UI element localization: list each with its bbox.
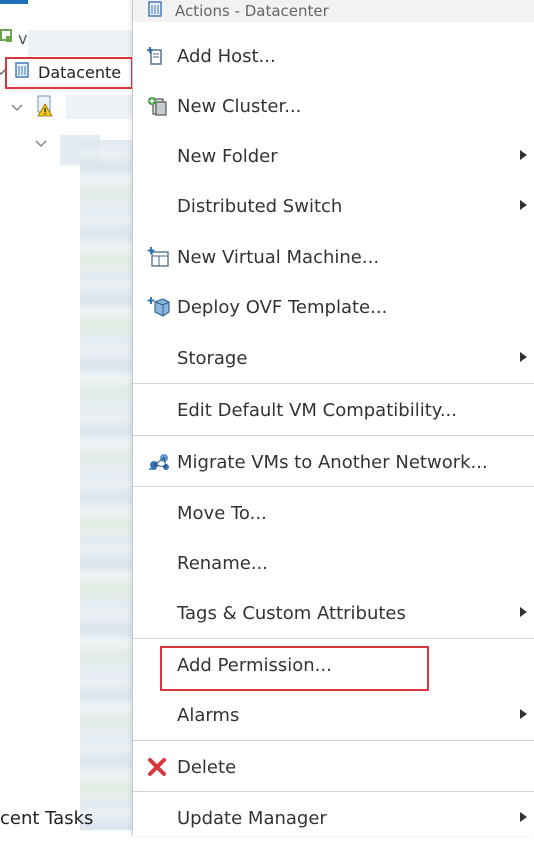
menu-item-label: New Folder [177, 145, 278, 167]
menu-header-title: Actions - Datacenter [175, 2, 329, 20]
datacenter-highlight [5, 57, 133, 89]
menu-item-new-folder[interactable]: New Folder [133, 131, 534, 181]
actions-context-menu: Actions - Datacenter Add Host... New Clu… [132, 0, 534, 836]
menu-item-label: Distributed Switch [177, 195, 343, 217]
menu-item-distributed-switch[interactable]: Distributed Switch [133, 181, 534, 231]
menu-item-label: Alarms [177, 704, 240, 726]
menu-item-label: Update Manager [177, 807, 327, 829]
menu-item-add-host[interactable]: Add Host... [133, 31, 534, 81]
add-permission-highlight [160, 646, 429, 691]
menu-separator [133, 638, 534, 639]
deploy-ovf-icon [147, 296, 177, 318]
submenu-arrow-icon [520, 200, 527, 210]
menu-item-label: Add Host... [177, 45, 276, 67]
menu-item-edit-default-vm-compatibility[interactable]: Edit Default VM Compatibility... [133, 385, 534, 435]
blurred-host-name [66, 95, 136, 119]
menu-item-migrate-vms-network[interactable]: Migrate VMs to Another Network... [133, 437, 534, 487]
tree-item-child[interactable] [34, 130, 48, 158]
submenu-arrow-icon [520, 709, 527, 719]
blurred-tree-list [80, 140, 132, 830]
menu-item-label: Deploy OVF Template... [177, 296, 388, 318]
inventory-tree-panel: v Datacente cent Tasks [0, 0, 140, 836]
menu-item-label: Edit Default VM Compatibility... [177, 399, 458, 421]
chevron-down-icon[interactable] [10, 101, 24, 115]
tree-item-host[interactable] [10, 94, 56, 122]
submenu-arrow-icon [520, 150, 527, 160]
menu-item-new-virtual-machine[interactable]: New Virtual Machine... [133, 232, 534, 282]
add-host-icon [147, 46, 177, 66]
menu-item-label: New Virtual Machine... [177, 246, 380, 268]
host-warning-icon [36, 95, 56, 121]
recent-tasks-tab[interactable]: cent Tasks [0, 808, 93, 829]
new-vm-icon [147, 246, 177, 268]
menu-item-deploy-ovf[interactable]: Deploy OVF Template... [133, 282, 534, 332]
new-cluster-icon [147, 96, 177, 116]
menu-item-delete[interactable]: Delete [133, 742, 534, 792]
menu-item-label: Rename... [177, 552, 268, 574]
submenu-arrow-icon [520, 812, 527, 822]
menu-item-storage[interactable]: Storage [133, 333, 534, 383]
menu-item-alarms[interactable]: Alarms [133, 690, 534, 740]
menu-item-tags-custom-attributes[interactable]: Tags & Custom Attributes [133, 588, 534, 638]
blurred-vcenter-name [28, 30, 138, 56]
tree-item-vcenter-label: v [18, 28, 28, 48]
menu-item-label: Storage [177, 347, 248, 369]
menu-separator [133, 383, 534, 384]
menu-separator [133, 791, 534, 792]
tree-item-vcenter[interactable]: v [0, 24, 27, 52]
menu-separator [133, 740, 534, 741]
migrate-network-icon [147, 452, 177, 472]
menu-item-label: Delete [177, 756, 237, 778]
menu-item-label: Tags & Custom Attributes [177, 602, 406, 624]
tree-tab-indicator [0, 0, 28, 4]
delete-icon [147, 757, 177, 777]
menu-separator [133, 435, 534, 436]
menu-item-move-to[interactable]: Move To... [133, 488, 534, 538]
menu-item-new-cluster[interactable]: New Cluster... [133, 81, 534, 131]
menu-item-label: Move To... [177, 502, 267, 524]
menu-item-rename[interactable]: Rename... [133, 538, 534, 588]
submenu-arrow-icon [520, 352, 527, 362]
submenu-arrow-icon [520, 607, 527, 617]
menu-header: Actions - Datacenter [133, 0, 534, 22]
menu-item-label: New Cluster... [177, 95, 302, 117]
chevron-down-icon[interactable] [34, 137, 48, 151]
menu-separator [133, 486, 534, 487]
datacenter-icon [147, 0, 165, 22]
menu-item-label: Migrate VMs to Another Network... [177, 451, 488, 473]
vcenter-icon [0, 28, 14, 48]
